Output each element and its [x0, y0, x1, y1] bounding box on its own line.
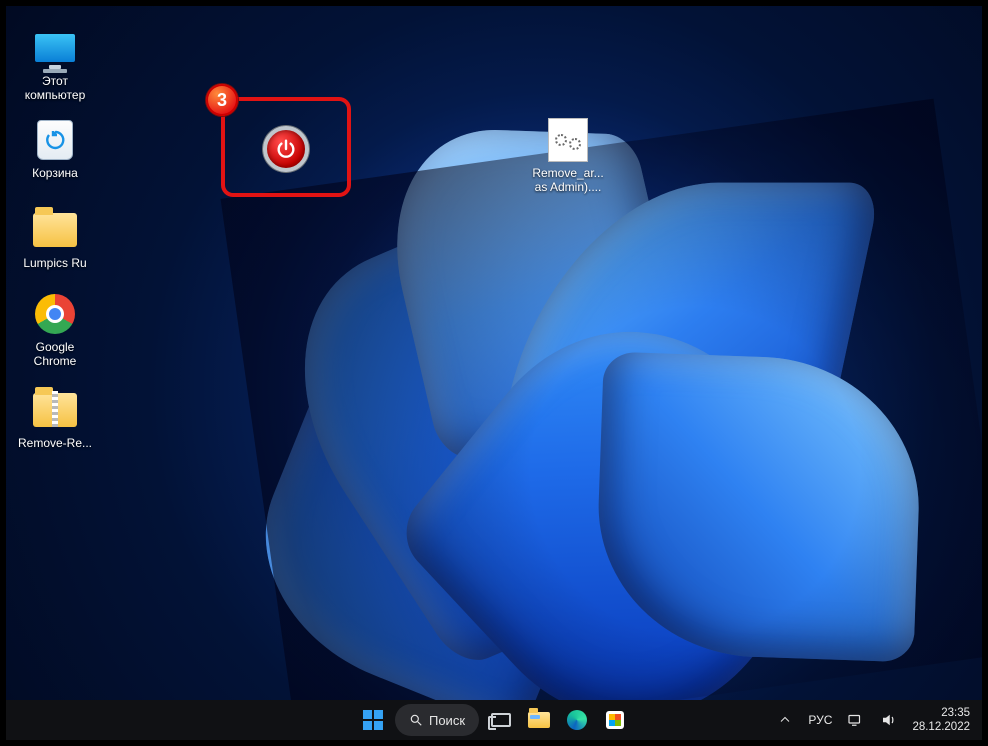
recycle-bin-icon — [37, 120, 73, 160]
icon-label: компьютер — [16, 88, 94, 102]
icon-label: as Admin).... — [529, 180, 607, 194]
desktop-wallpaper[interactable]: Этот компьютер Корзина Lumpics Ru Google… — [6, 6, 982, 700]
windows-logo-icon — [363, 710, 383, 730]
icon-label: Корзина — [16, 166, 94, 180]
desktop-icon-chrome[interactable]: Google Chrome — [16, 292, 94, 368]
speaker-icon — [880, 711, 898, 729]
reg-file-icon — [548, 118, 588, 162]
icon-label: Google — [16, 340, 94, 354]
tray-network-button[interactable] — [844, 704, 866, 736]
icon-label: Remove_ar... — [529, 166, 607, 180]
taskbar-app-explorer[interactable] — [523, 704, 555, 736]
folder-icon — [33, 213, 77, 247]
taskbar-search[interactable]: Поиск — [395, 704, 479, 736]
desktop-icon-remove-re-zip[interactable]: Remove-Re... — [16, 388, 94, 450]
taskbar[interactable]: Поиск РУС — [6, 700, 982, 740]
ms-store-icon — [606, 711, 624, 729]
desktop-icon-recycle-bin[interactable]: Корзина — [16, 118, 94, 180]
search-label: Поиск — [429, 713, 465, 728]
annotation-step-badge: 3 — [206, 84, 238, 116]
start-button[interactable] — [357, 704, 389, 736]
annotation-highlight-box — [221, 97, 351, 197]
tray-time: 23:35 — [912, 706, 970, 720]
search-icon — [409, 713, 423, 727]
chevron-up-icon — [779, 714, 791, 726]
desktop-icon-lumpics-folder[interactable]: Lumpics Ru — [16, 208, 94, 270]
task-view-icon — [491, 713, 511, 727]
desktop-icon-this-pc[interactable]: Этот компьютер — [16, 26, 94, 102]
system-tray: РУС 23:35 28.12.2022 — [774, 704, 982, 736]
icon-label: Chrome — [16, 354, 94, 368]
tray-language[interactable]: РУС — [808, 713, 832, 727]
taskbar-app-edge[interactable] — [561, 704, 593, 736]
chrome-icon — [35, 294, 75, 334]
network-icon — [846, 711, 864, 729]
tray-date: 28.12.2022 — [912, 720, 970, 734]
monitor-icon — [35, 34, 75, 62]
taskbar-app-store[interactable] — [599, 704, 631, 736]
task-view-button[interactable] — [485, 704, 517, 736]
tray-volume-button[interactable] — [878, 704, 900, 736]
icon-label: Remove-Re... — [16, 436, 94, 450]
tray-overflow-button[interactable] — [774, 704, 796, 736]
edge-icon — [567, 710, 587, 730]
desktop-icon-reg-file[interactable]: Remove_ar... as Admin).... — [529, 118, 607, 194]
tray-clock[interactable]: 23:35 28.12.2022 — [912, 706, 970, 734]
zip-folder-icon — [33, 393, 77, 427]
taskbar-center-group: Поиск — [357, 704, 631, 736]
icon-label: Lumpics Ru — [16, 256, 94, 270]
file-explorer-icon — [528, 712, 550, 728]
icon-label: Этот — [16, 74, 94, 88]
